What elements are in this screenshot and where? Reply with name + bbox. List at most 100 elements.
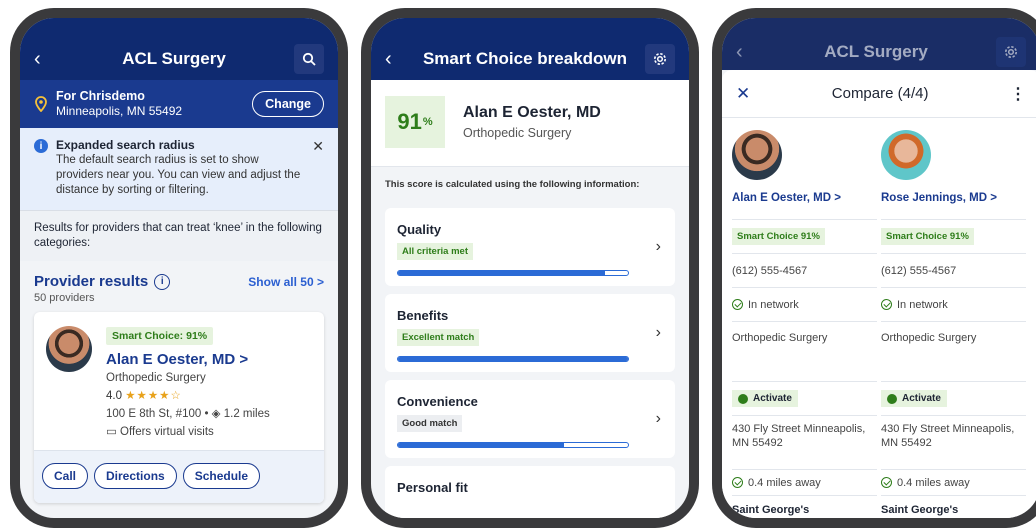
location-city: Minneapolis, MN 55492 xyxy=(56,104,183,118)
provider-phone[interactable]: (612) 555-4567 xyxy=(732,265,807,277)
more-options-icon[interactable]: ⋮ xyxy=(1010,84,1026,104)
provider-results-header: Provider results i Show all 50 > xyxy=(20,261,338,290)
smart-choice-badge: Smart Choice: 91% xyxy=(106,327,214,345)
settings-button[interactable] xyxy=(645,44,675,74)
provider-count: 50 providers xyxy=(34,292,95,304)
score-box: 91% xyxy=(385,96,445,148)
network-status: In network xyxy=(748,298,799,311)
screen-smart-choice: ‹ Smart Choice breakdown 91% Alan E Oest… xyxy=(371,18,689,518)
page-title: Smart Choice breakdown xyxy=(422,49,628,68)
phone-search-results: ‹ ACL Surgery For Chrisdemo Minneapolis,… xyxy=(10,8,348,528)
compare-row: Activate xyxy=(881,382,1026,416)
metric-badge: Good match xyxy=(397,415,463,432)
chevron-right-icon: › xyxy=(655,238,661,255)
activate-badge: Activate xyxy=(881,390,947,407)
compare-row: Orthopedic Surgery xyxy=(732,322,877,382)
call-button[interactable]: Call xyxy=(42,463,89,489)
provider-address: 430 Fly Street Minneapolis, MN 55492 xyxy=(881,423,1015,449)
score-header: 91% Alan E Oester, MD Orthopedic Surgery xyxy=(371,80,689,167)
compare-row: 430 Fly Street Minneapolis, MN 55492 xyxy=(881,416,1026,470)
metric-quality[interactable]: Quality All criteria met › xyxy=(385,208,675,286)
check-circle-icon xyxy=(732,477,743,488)
gear-icon xyxy=(1005,46,1017,58)
smart-choice-badge: Smart Choice 91% xyxy=(732,228,825,245)
score-value: 91 xyxy=(397,109,422,134)
top-nav: ‹ Smart Choice breakdown xyxy=(371,18,689,80)
compare-sheet: ✕ Compare (4/4) ⋮ Alan E Oester, MD > Sm… xyxy=(722,70,1036,518)
check-circle-icon xyxy=(732,299,743,310)
page-title: ACL Surgery xyxy=(824,42,928,61)
metric-badge: Excellent match xyxy=(397,329,480,346)
provider-name-link[interactable]: Alan E Oester, MD > xyxy=(732,190,877,220)
show-all-link[interactable]: Show all 50 > xyxy=(248,275,324,289)
virtual-visits: ▭ Offers virtual visits xyxy=(106,426,214,438)
smart-choice-badge: Smart Choice 91% xyxy=(881,228,974,245)
metric-badge: All criteria met xyxy=(397,243,473,260)
provider-results-title: Provider results xyxy=(34,273,149,290)
compare-row: 0.4 miles away xyxy=(732,470,877,496)
progress-bar xyxy=(397,442,629,448)
provider-address: 100 E 8th St, #100 • ◈ 1.2 miles xyxy=(106,408,270,420)
metric-label: Convenience xyxy=(397,394,478,409)
progress-fill xyxy=(398,443,564,447)
location-for: For Chrisdemo xyxy=(56,89,145,103)
back-icon[interactable]: ‹ xyxy=(385,49,405,69)
rating-value: 4.0 xyxy=(106,390,122,402)
star-rating-icon: ★★★★☆ xyxy=(125,390,182,402)
compare-row: Orthopedic Surgery xyxy=(881,322,1026,382)
compare-row: (612) 555-4567 xyxy=(881,254,1026,288)
network-status: In network xyxy=(897,298,948,311)
compare-row: Activate xyxy=(732,382,877,416)
screen-compare: ‹ ACL Surgery ✕ Compare (4/4) ⋮ Alan E O… xyxy=(722,18,1036,518)
phone-smart-choice: ‹ Smart Choice breakdown 91% Alan E Oest… xyxy=(361,8,699,528)
metric-label: Personal fit xyxy=(397,480,468,495)
activate-label: Activate xyxy=(753,393,792,404)
info-icon[interactable]: i xyxy=(154,273,171,290)
search-button[interactable] xyxy=(294,44,324,74)
location-bar: For Chrisdemo Minneapolis, MN 55492 Chan… xyxy=(20,80,338,128)
compare-row: In network xyxy=(881,288,1026,322)
progress-bar xyxy=(397,356,629,362)
compare-row: Smart Choice 91% xyxy=(881,220,1026,254)
metric-convenience[interactable]: Convenience Good match › xyxy=(385,380,675,458)
gear-icon xyxy=(654,53,666,65)
provider-rating: 4.0 ★★★★☆ xyxy=(106,388,312,402)
compare-columns: Alan E Oester, MD > Smart Choice 91% (61… xyxy=(722,118,1036,516)
provider-specialty: Orthopedic Surgery xyxy=(106,372,206,384)
change-location-button[interactable]: Change xyxy=(252,91,324,117)
top-nav: ‹ ACL Surgery xyxy=(20,18,338,80)
check-circle-icon xyxy=(887,393,897,404)
results-description: Results for providers that can treat ‘kn… xyxy=(20,210,338,261)
progress-bar xyxy=(397,270,629,276)
back-icon: ‹ xyxy=(736,41,743,63)
phone-compare: ‹ ACL Surgery ✕ Compare (4/4) ⋮ Alan E O… xyxy=(712,8,1036,528)
chevron-right-icon: › xyxy=(655,410,661,427)
card-actions: Call Directions Schedule xyxy=(34,450,324,503)
check-circle-icon xyxy=(881,299,892,310)
info-icon: i xyxy=(34,139,48,153)
settings-button xyxy=(996,37,1026,67)
avatar xyxy=(46,326,92,372)
activate-label: Activate xyxy=(902,393,941,404)
facility-name: Saint George's xyxy=(881,504,959,516)
provider-specialty: Orthopedic Surgery xyxy=(463,126,572,140)
provider-name-link[interactable]: Alan E Oester, MD > xyxy=(106,351,312,368)
schedule-button[interactable]: Schedule xyxy=(182,463,261,489)
directions-button[interactable]: Directions xyxy=(94,463,177,489)
facility-name: Saint George's xyxy=(732,504,810,516)
provider-name-link[interactable]: Rose Jennings, MD > xyxy=(881,190,1026,220)
location-pin-icon xyxy=(35,96,47,112)
screen-search-results: ‹ ACL Surgery For Chrisdemo Minneapolis,… xyxy=(20,18,338,518)
metric-personal-fit[interactable]: Personal fit xyxy=(385,466,675,518)
top-nav-dimmed: ‹ ACL Surgery xyxy=(722,18,1036,70)
provider-phone[interactable]: (612) 555-4567 xyxy=(881,265,956,277)
chevron-right-icon: › xyxy=(655,324,661,341)
back-icon[interactable]: ‹ xyxy=(34,49,54,69)
provider-specialty: Orthopedic Surgery xyxy=(881,332,977,344)
close-icon[interactable]: ✕ xyxy=(736,84,750,104)
close-icon[interactable]: ✕ xyxy=(312,138,324,198)
metric-benefits[interactable]: Benefits Excellent match › xyxy=(385,294,675,372)
compare-column: Rose Jennings, MD > Smart Choice 91% (61… xyxy=(881,118,1026,516)
page-title: ACL Surgery xyxy=(122,49,226,68)
provider-card[interactable]: Smart Choice: 91% Alan E Oester, MD > Or… xyxy=(34,312,324,503)
